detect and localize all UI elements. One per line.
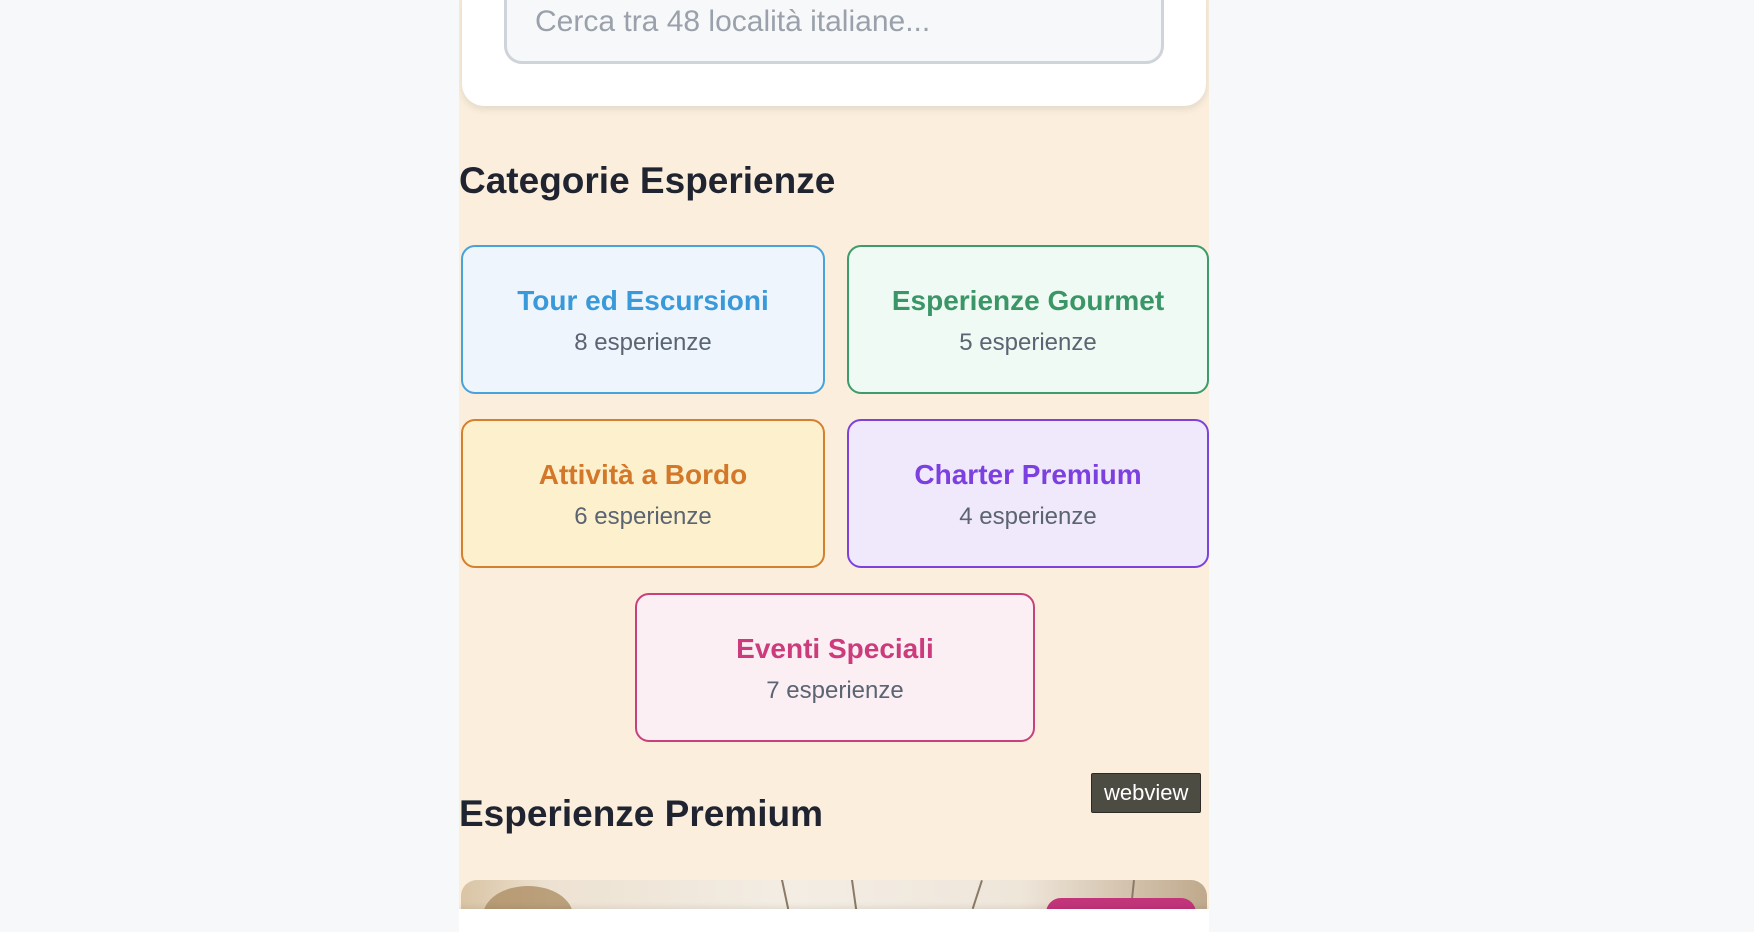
category-count: 7 esperienze xyxy=(766,677,904,704)
category-name: Tour ed Escursioni xyxy=(517,285,769,316)
category-count: 6 esperienze xyxy=(574,503,712,530)
image-detail xyxy=(971,880,983,910)
webview-tooltip: webview xyxy=(1091,773,1202,813)
category-count: 4 esperienze xyxy=(959,503,1097,530)
category-card-tour-escursioni[interactable]: Tour ed Escursioni 8 esperienze xyxy=(461,245,825,394)
category-card-eventi-speciali[interactable]: Eventi Speciali 7 esperienze xyxy=(635,593,1035,742)
image-detail xyxy=(851,880,858,910)
category-name: Esperienze Gourmet xyxy=(891,285,1165,316)
search-card xyxy=(462,0,1206,106)
image-detail xyxy=(781,880,790,910)
category-name: Eventi Speciali xyxy=(736,633,934,664)
category-count: 8 esperienze xyxy=(574,329,712,356)
premium-section-title: Esperienze Premium xyxy=(459,793,823,834)
category-card-charter-premium[interactable]: Charter Premium 4 esperienze xyxy=(847,419,1209,568)
search-input[interactable] xyxy=(504,0,1164,64)
app-webview: Categorie Esperienze Tour ed Escursioni … xyxy=(459,0,1209,932)
category-name: Charter Premium xyxy=(914,459,1142,490)
category-card-esperienze-gourmet[interactable]: Esperienze Gourmet 5 esperienze xyxy=(847,245,1209,394)
category-count: 5 esperienze xyxy=(959,329,1097,356)
category-name: Attività a Bordo xyxy=(538,459,748,490)
category-card-attivita-a-bordo[interactable]: Attività a Bordo 6 esperienze xyxy=(461,419,825,568)
categories-section-title: Categorie Esperienze xyxy=(459,160,836,201)
content-sheet xyxy=(459,909,1209,932)
